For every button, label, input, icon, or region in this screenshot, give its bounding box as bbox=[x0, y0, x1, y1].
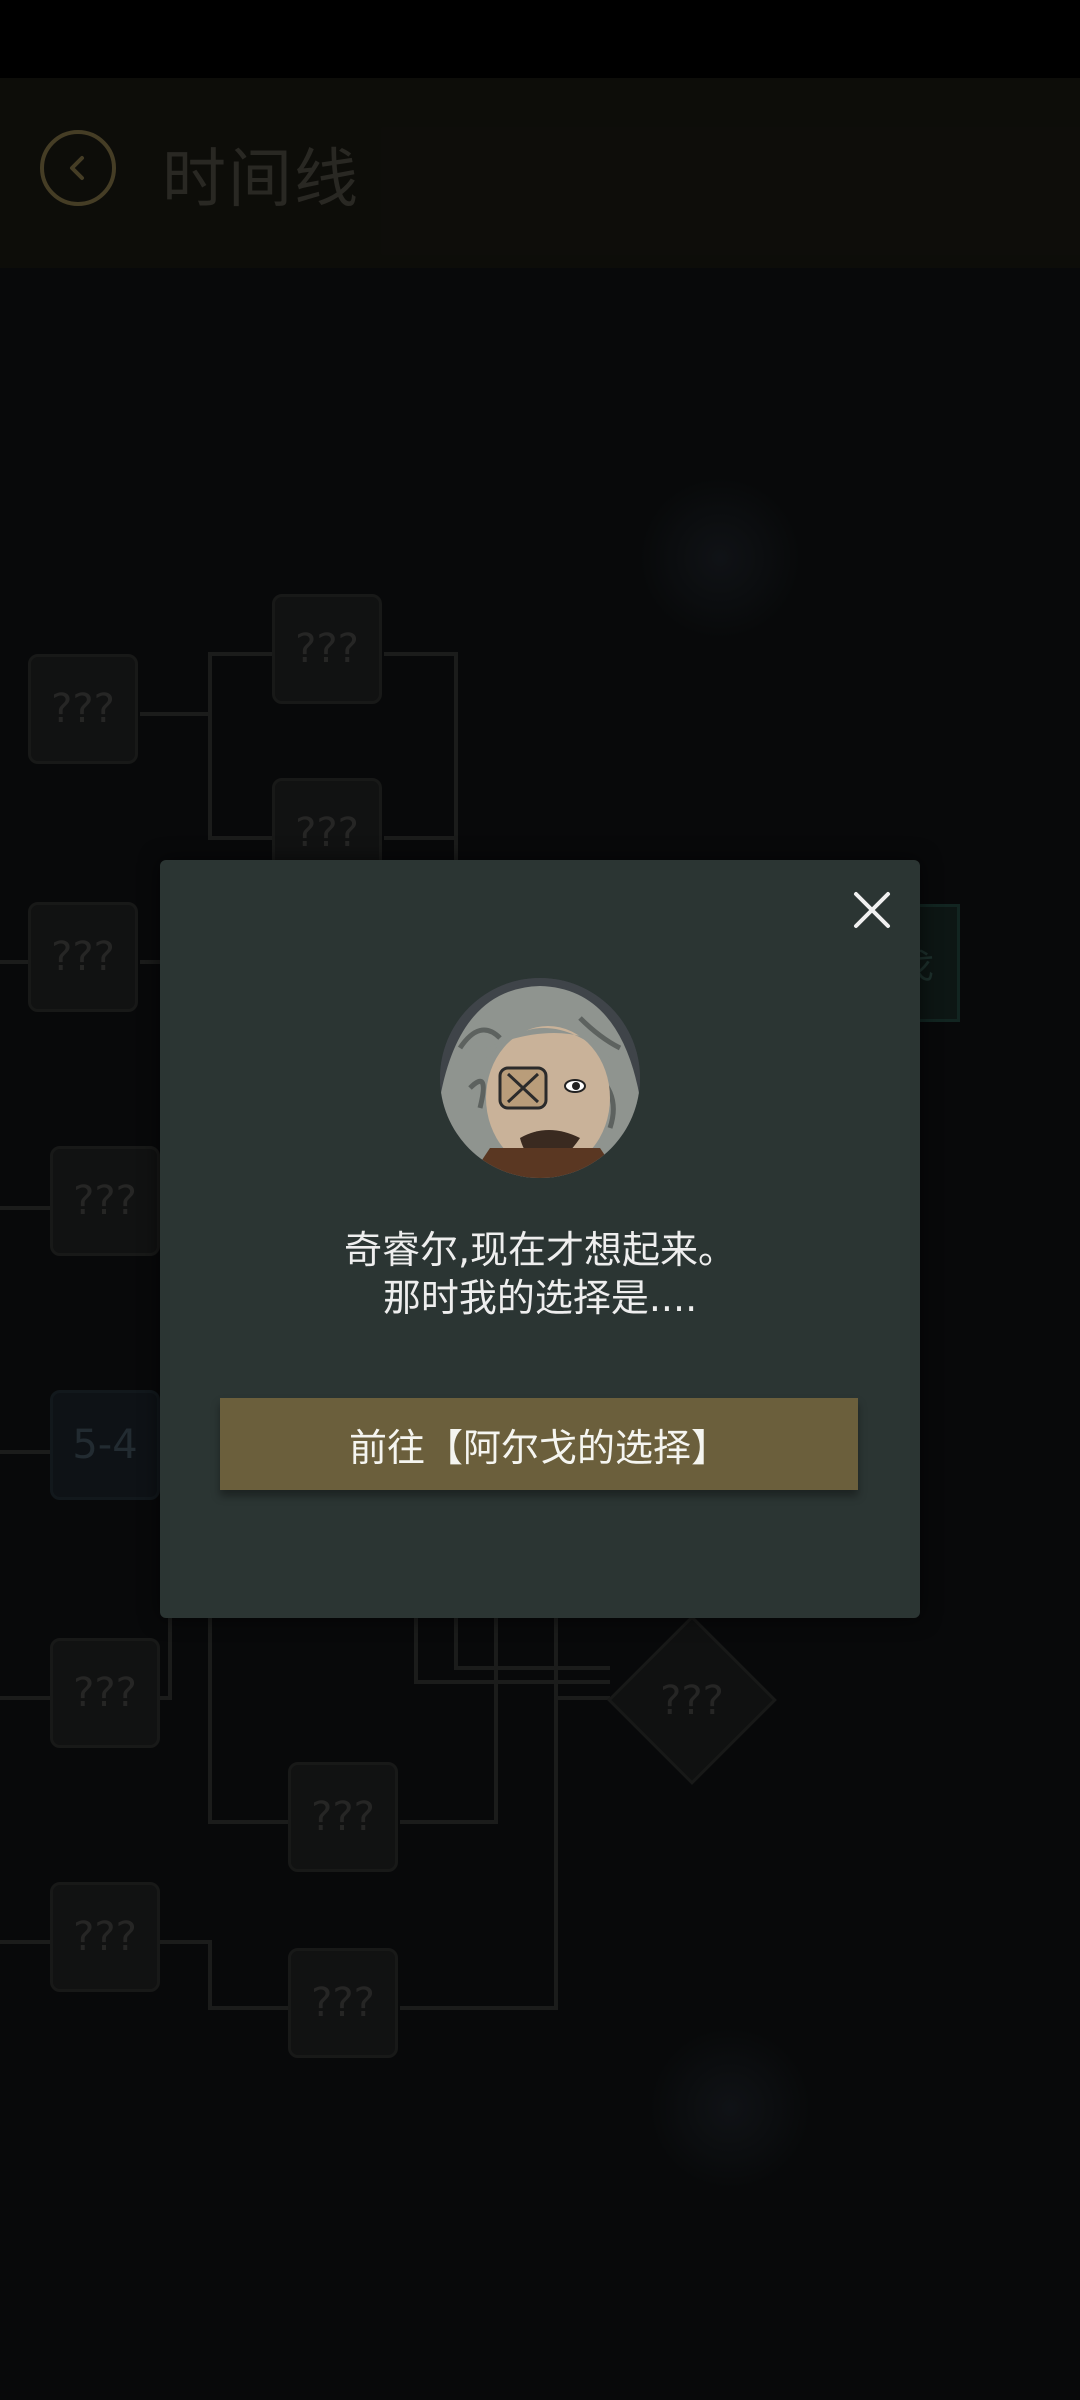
message-line-1: 奇睿尔,现在才想起来。 bbox=[343, 1228, 737, 1272]
choice-dialog: 奇睿尔,现在才想起来。 那时我的选择是.... 前往【阿尔戈的选择】 bbox=[160, 860, 920, 1618]
character-avatar bbox=[440, 978, 640, 1178]
status-bar bbox=[0, 0, 1080, 78]
message-line-2: 那时我的选择是.... bbox=[382, 1276, 698, 1320]
go-to-choice-label: 前往【阿尔戈的选择】 bbox=[348, 1425, 729, 1470]
timeline-screen: 时间线 ??? ??? ??? ??? ??? 5-4 ??? ??? ??? … bbox=[0, 0, 1080, 2400]
close-button[interactable] bbox=[848, 886, 896, 934]
go-to-choice-button[interactable]: 前往【阿尔戈的选择】 bbox=[220, 1398, 858, 1490]
dialog-message: 奇睿尔,现在才想起来。 那时我的选择是.... bbox=[160, 1226, 920, 1322]
character-portrait-icon bbox=[440, 978, 640, 1178]
close-icon bbox=[854, 892, 890, 928]
